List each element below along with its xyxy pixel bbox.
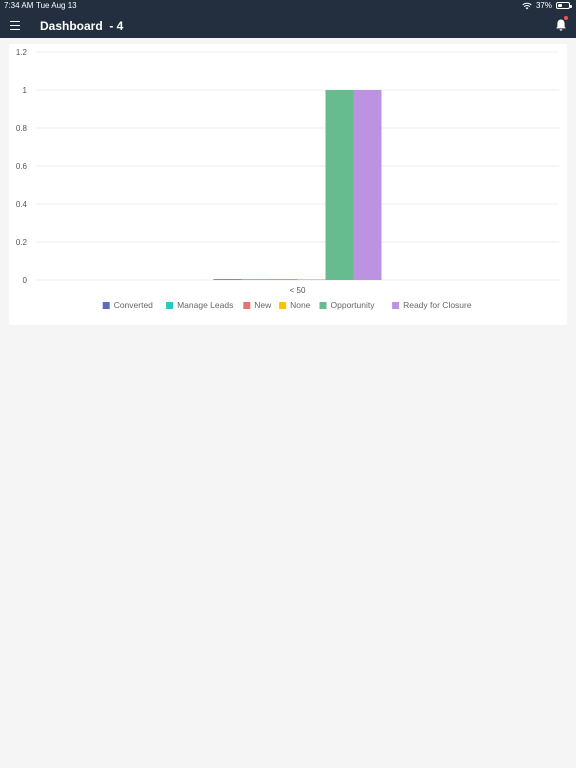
legend-label: Manage Leads [177, 300, 233, 310]
chart-card: 0 0.2 0.4 0.6 0.8 1 1.2 < 50 Converted Manage Lea… [9, 44, 567, 325]
legend-swatch [243, 302, 251, 309]
status-date: Tue Aug 13 [36, 1, 77, 10]
status-time: 7:34 AM [4, 1, 34, 10]
notification-dot [564, 16, 568, 20]
bar [241, 279, 270, 280]
legend-swatch [392, 302, 400, 309]
legend-label: Ready for Closure [403, 300, 472, 310]
bar [269, 279, 298, 280]
y-tick-label: 0.2 [16, 238, 28, 247]
battery-icon [556, 2, 572, 9]
bar-chart: 0 0.2 0.4 0.6 0.8 1 1.2 < 50 Converted Manage Lea… [16, 48, 559, 310]
legend-swatch [319, 302, 327, 309]
y-tick-label: 0.6 [16, 162, 28, 171]
y-tick-label: 0.8 [16, 124, 28, 133]
bar [325, 90, 354, 280]
wifi-icon [522, 2, 532, 9]
legend-label: Opportunity [331, 300, 376, 310]
y-tick-label: 1.2 [16, 48, 28, 57]
battery-percent: 37% [535, 1, 552, 10]
y-tick-label: 0 [23, 276, 28, 285]
legend-label: Converted [114, 300, 153, 310]
page-title: Dashboard - 4 [40, 19, 124, 33]
legend-swatch [166, 302, 174, 309]
bar [213, 279, 242, 280]
top-bar: 7:34 AM Tue Aug 13 37% Dashboard - 4 [0, 0, 576, 38]
battery-level [558, 4, 562, 7]
y-tick-label: 1 [23, 86, 28, 95]
bar [297, 279, 326, 280]
bell-icon[interactable] [554, 16, 568, 32]
x-tick-label: < 50 [290, 286, 306, 295]
y-tick-label: 0.4 [16, 200, 28, 209]
legend-swatch [102, 302, 110, 309]
legend-swatch [279, 302, 287, 309]
legend-label: New [254, 300, 272, 310]
status-right: 37% [522, 1, 572, 10]
hamburger-icon[interactable] [8, 18, 22, 32]
legend-label: None [290, 300, 311, 310]
bar [353, 90, 382, 280]
